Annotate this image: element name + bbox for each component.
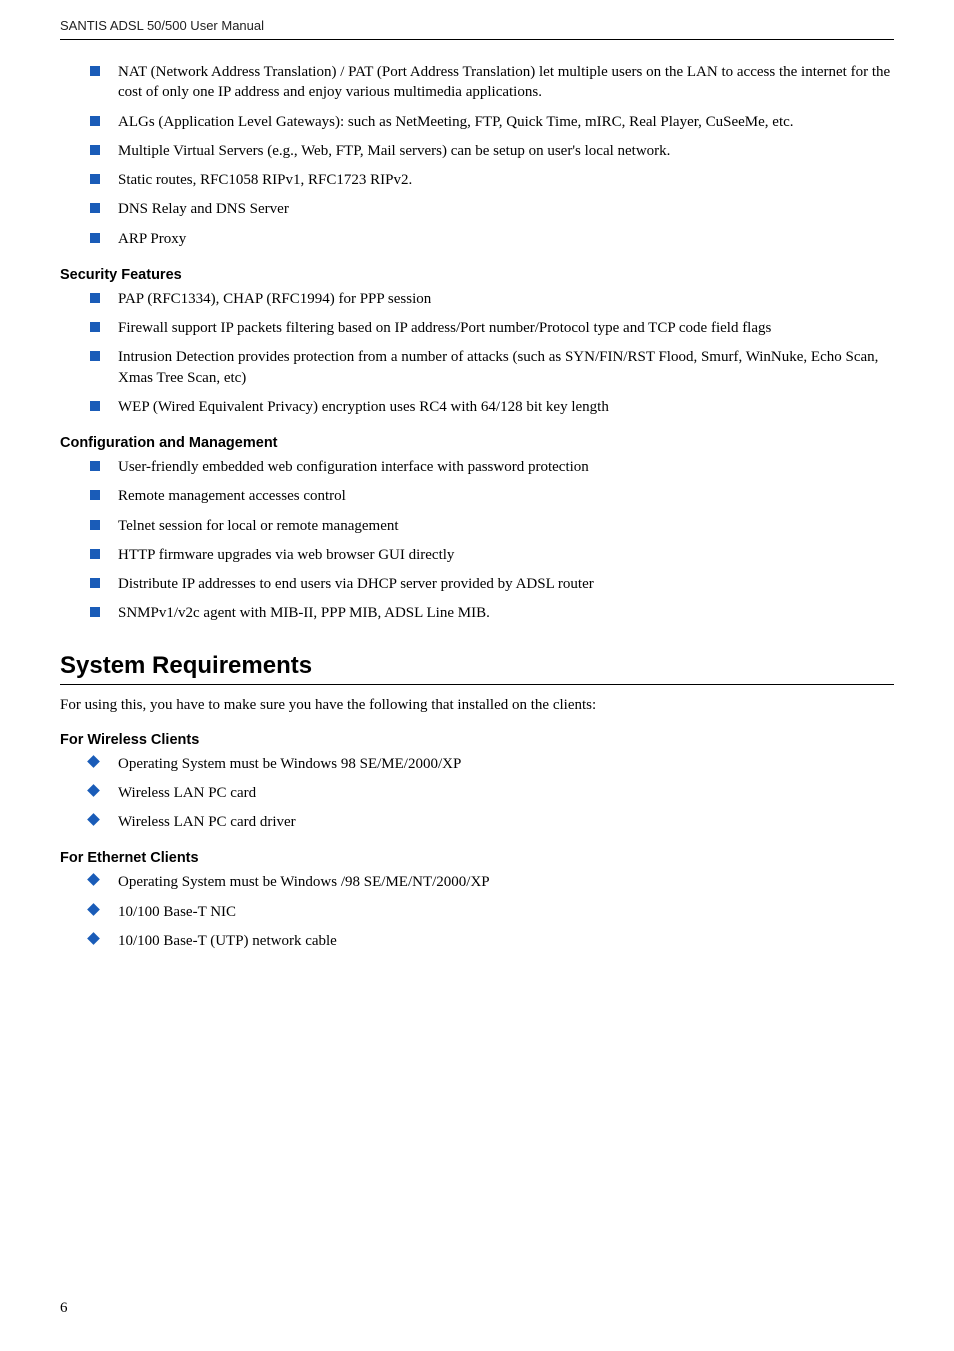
list-item: Operating System must be Windows 98 SE/M…	[90, 754, 894, 774]
configuration-management-list: User-friendly embedded web configuration…	[60, 457, 894, 624]
top-feature-list: NAT (Network Address Translation) / PAT …	[60, 62, 894, 249]
list-item: SNMPv1/v2c agent with MIB-II, PPP MIB, A…	[90, 603, 894, 623]
list-item: Intrusion Detection provides protection …	[90, 347, 894, 388]
list-item: User-friendly embedded web configuration…	[90, 457, 894, 477]
list-item: Telnet session for local or remote manag…	[90, 516, 894, 536]
list-item: ALGs (Application Level Gateways): such …	[90, 112, 894, 132]
system-requirements-heading: System Requirements	[60, 652, 894, 685]
page-header: SANTIS ADSL 50/500 User Manual	[60, 18, 894, 40]
list-item: 10/100 Base-T NIC	[90, 902, 894, 922]
list-item: Wireless LAN PC card driver	[90, 812, 894, 832]
list-item: Multiple Virtual Servers (e.g., Web, FTP…	[90, 141, 894, 161]
list-item: DNS Relay and DNS Server	[90, 199, 894, 219]
list-item: ARP Proxy	[90, 229, 894, 249]
security-features-list: PAP (RFC1334), CHAP (RFC1994) for PPP se…	[60, 289, 894, 417]
wireless-clients-heading: For Wireless Clients	[60, 732, 894, 748]
page-content: SANTIS ADSL 50/500 User Manual NAT (Netw…	[0, 0, 954, 951]
ethernet-clients-list: Operating System must be Windows /98 SE/…	[60, 872, 894, 951]
security-features-heading: Security Features	[60, 267, 894, 283]
list-item: Distribute IP addresses to end users via…	[90, 574, 894, 594]
list-item: HTTP firmware upgrades via web browser G…	[90, 545, 894, 565]
list-item: PAP (RFC1334), CHAP (RFC1994) for PPP se…	[90, 289, 894, 309]
list-item: Firewall support IP packets filtering ba…	[90, 318, 894, 338]
configuration-management-heading: Configuration and Management	[60, 435, 894, 451]
system-requirements-intro: For using this, you have to make sure yo…	[60, 697, 894, 714]
page-number: 6	[60, 1300, 68, 1317]
list-item: Wireless LAN PC card	[90, 783, 894, 803]
ethernet-clients-heading: For Ethernet Clients	[60, 850, 894, 866]
list-item: Static routes, RFC1058 RIPv1, RFC1723 RI…	[90, 170, 894, 190]
list-item: 10/100 Base-T (UTP) network cable	[90, 931, 894, 951]
list-item: NAT (Network Address Translation) / PAT …	[90, 62, 894, 103]
wireless-clients-list: Operating System must be Windows 98 SE/M…	[60, 754, 894, 833]
list-item: Operating System must be Windows /98 SE/…	[90, 872, 894, 892]
list-item: WEP (Wired Equivalent Privacy) encryptio…	[90, 397, 894, 417]
list-item: Remote management accesses control	[90, 486, 894, 506]
